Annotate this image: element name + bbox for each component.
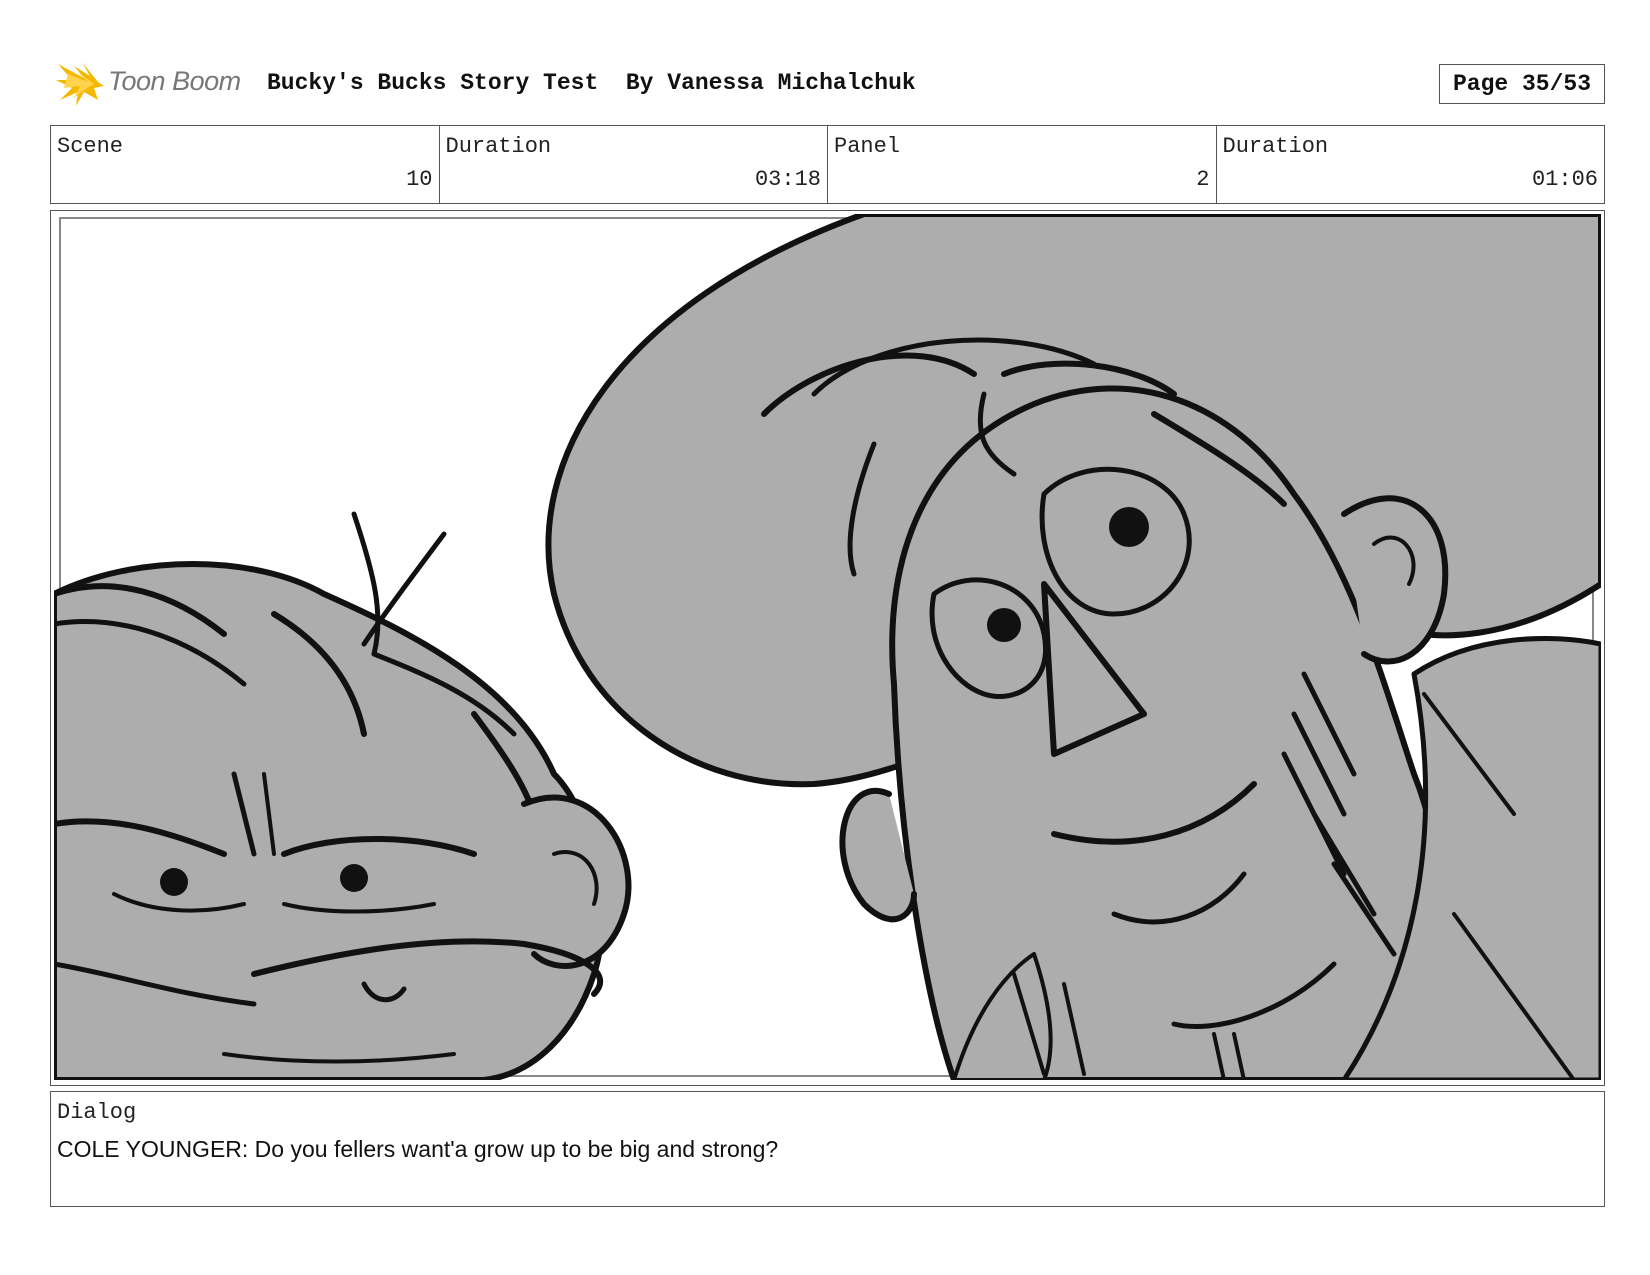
panel-duration-value: 01:06 bbox=[1531, 167, 1598, 192]
panel-duration-label: Duration bbox=[1222, 134, 1329, 159]
panel-value: 2 bbox=[1196, 167, 1210, 192]
scene-duration-value: 03:18 bbox=[754, 167, 821, 192]
scene-info-row: Scene 10 Duration 03:18 Panel 2 Duration… bbox=[50, 125, 1605, 204]
dialog-label: Dialog bbox=[57, 1100, 137, 1125]
panel-cell: Panel 2 bbox=[828, 126, 1217, 203]
scene-value: 10 bbox=[406, 167, 433, 192]
scene-label: Scene bbox=[57, 134, 124, 159]
panel-label: Panel bbox=[834, 134, 901, 159]
toon-boom-logo: Toon Boom bbox=[54, 58, 254, 114]
storyboard-title: Bucky's Bucks Story Test By Vanessa Mich… bbox=[267, 70, 916, 96]
storyboard-sketch-image bbox=[54, 214, 1601, 1080]
scene-duration-label: Duration bbox=[445, 134, 552, 159]
panel-duration-cell: Duration 01:06 bbox=[1217, 126, 1605, 203]
page-number: Page 35/53 bbox=[1439, 64, 1605, 104]
scene-duration-cell: Duration 03:18 bbox=[440, 126, 828, 203]
scene-cell: Scene 10 bbox=[51, 126, 440, 203]
toon-boom-star-icon bbox=[56, 62, 104, 106]
dialog-box: Dialog COLE YOUNGER: Do you fellers want… bbox=[50, 1091, 1605, 1207]
dialog-text: COLE YOUNGER: Do you fellers want'a grow… bbox=[57, 1136, 779, 1162]
logo-text: Toon Boom bbox=[108, 66, 241, 96]
